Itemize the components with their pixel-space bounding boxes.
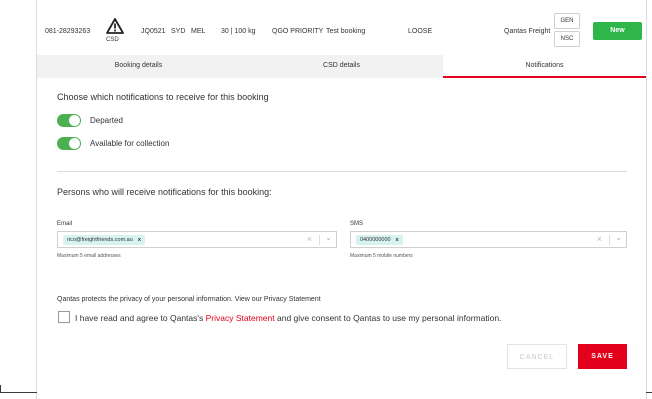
booking-card: 081-28293263 CSD JQ0521 SYD MEL 30 | 100… — [37, 0, 646, 399]
tag-nsc: NSC — [554, 31, 580, 47]
consent-checkbox[interactable] — [58, 311, 70, 323]
sms-hint: Maximum 5 mobile numbers — [350, 253, 413, 259]
service-level: QGO PRIORITY — [272, 28, 324, 35]
sms-chip[interactable]: 0400000000 x — [356, 235, 403, 245]
csd-label: CSD — [106, 37, 119, 43]
toggle-available-label: Available for collection — [90, 139, 170, 148]
toggle-knob — [69, 138, 80, 149]
save-button[interactable]: SAVE — [578, 344, 627, 369]
toggle-knob — [69, 115, 80, 126]
tab-bar: Booking details CSD details Notification… — [37, 55, 646, 78]
booking-number: 081-28293263 — [45, 28, 91, 35]
pack-type: LOOSE — [408, 28, 433, 35]
frame-right-border — [646, 0, 647, 399]
privacy-statement-link[interactable]: Privacy Statement — [206, 313, 275, 323]
privacy-notice: Qantas protects the privacy of your pers… — [57, 296, 321, 303]
consent-text: I have read and agree to Qantas's Privac… — [75, 313, 501, 323]
flight-number: JQ0521 — [141, 28, 166, 35]
sms-label: SMS — [350, 221, 364, 227]
email-chip[interactable]: rico@freightfriends.com.au x — [63, 235, 145, 245]
field-separator — [609, 235, 610, 245]
tab-notifications[interactable]: Notifications — [443, 55, 646, 78]
consent-prefix: I have read and agree to Qantas's — [75, 313, 206, 323]
tag-gen: GEN — [554, 13, 580, 29]
clear-icon[interactable]: × — [307, 234, 312, 244]
persons-heading: Persons who will receive notifications f… — [57, 187, 272, 197]
tab-booking-details[interactable]: Booking details — [37, 55, 240, 78]
destination-port: MEL — [191, 28, 206, 35]
toggle-departed-label: Departed — [90, 116, 123, 125]
booking-name: Test booking — [326, 28, 366, 35]
chevron-down-icon[interactable]: ⌄ — [325, 233, 332, 242]
section-divider — [57, 171, 627, 172]
field-separator — [319, 235, 320, 245]
sms-field[interactable]: 0400000000 x × ⌄ — [350, 231, 627, 248]
email-label: Email — [57, 221, 73, 227]
tab-csd-details[interactable]: CSD details — [240, 55, 443, 78]
booking-header: 081-28293263 CSD JQ0521 SYD MEL 30 | 100… — [37, 0, 646, 55]
consent-suffix: and give consent to Qantas to use my per… — [274, 313, 502, 323]
clear-icon[interactable]: × — [597, 234, 602, 244]
carrier-name: Qantas Freight — [504, 28, 551, 35]
notifications-heading: Choose which notifications to receive fo… — [57, 92, 269, 102]
email-hint: Maximum 5 email addresses — [57, 253, 121, 259]
chevron-down-icon[interactable]: ⌄ — [615, 233, 622, 242]
warning-icon — [106, 18, 124, 34]
remove-chip-icon[interactable]: x — [396, 237, 399, 243]
sms-chip-text: 0400000000 — [360, 237, 391, 243]
origin-port: SYD — [171, 28, 186, 35]
booking-weight: 30 | 100 kg — [221, 28, 256, 35]
email-chip-text: rico@freightfriends.com.au — [67, 237, 133, 243]
remove-chip-icon[interactable]: x — [138, 237, 141, 243]
status-new-button[interactable]: New — [593, 22, 642, 40]
toggle-departed[interactable] — [57, 114, 81, 127]
cancel-button[interactable]: CANCEL — [507, 344, 567, 369]
email-field[interactable]: rico@freightfriends.com.au x × ⌄ — [57, 231, 337, 248]
toggle-available-for-collection[interactable] — [57, 137, 81, 150]
